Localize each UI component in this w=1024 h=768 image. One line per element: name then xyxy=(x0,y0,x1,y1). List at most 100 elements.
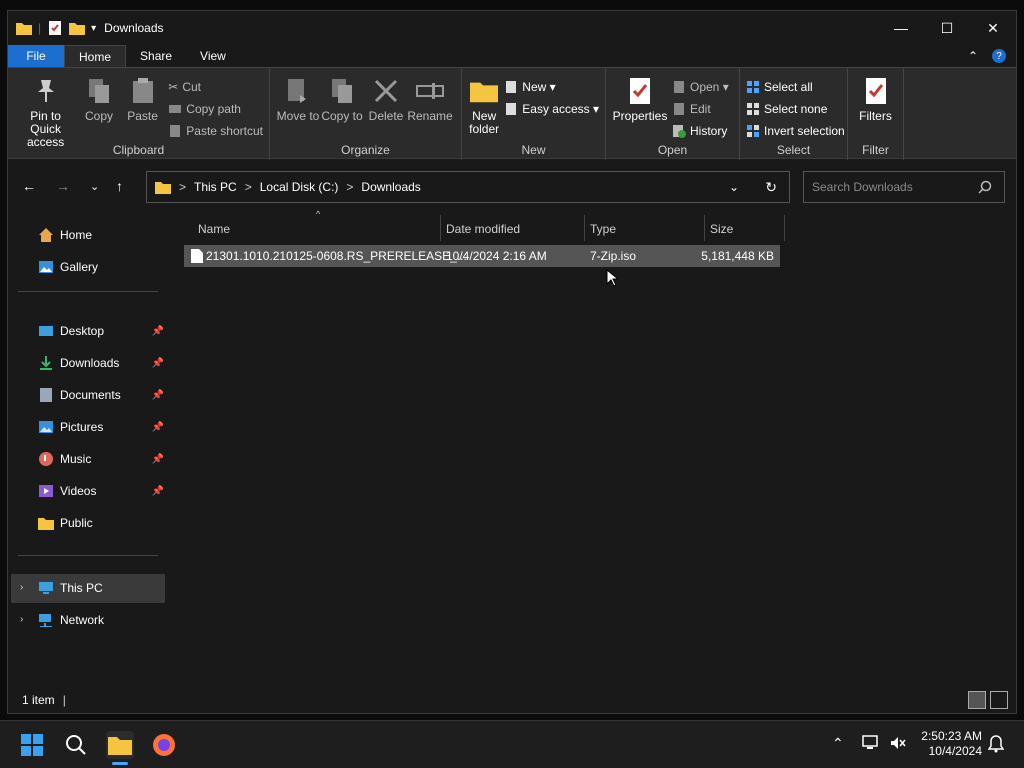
file-explorer-taskbar-button[interactable] xyxy=(106,731,134,765)
column-header-date[interactable]: Date modified xyxy=(446,217,520,241)
column-header-name[interactable]: Name xyxy=(198,217,230,241)
desktop-icon xyxy=(39,326,53,336)
address-bar[interactable]: > This PC > Local Disk (C:) > Downloads … xyxy=(146,171,790,203)
tab-home[interactable]: Home xyxy=(64,45,127,67)
pin-icon[interactable]: 📌 xyxy=(152,326,164,337)
easy-access-button[interactable]: Easy access ▾ xyxy=(504,99,599,118)
expand-chevron-icon[interactable]: › xyxy=(20,614,23,625)
network-status-icon[interactable] xyxy=(862,735,880,751)
new-group: New folder New ▾ Easy access ▾ New xyxy=(462,68,606,160)
file-list: ^ Name Date modified Type Size 21301.101… xyxy=(172,207,1018,687)
gallery-icon xyxy=(39,261,53,273)
search-input[interactable]: Search Downloads xyxy=(803,171,1005,203)
sidebar-item-downloads[interactable]: Downloads 📌 xyxy=(38,351,168,375)
column-divider[interactable] xyxy=(704,215,705,241)
show-hidden-icons-icon[interactable]: ⌃ xyxy=(832,735,844,752)
expand-chevron-icon[interactable]: › xyxy=(20,582,23,593)
pin-icon[interactable]: 📌 xyxy=(152,454,164,465)
large-icons-view-button[interactable] xyxy=(990,691,1008,709)
up-arrow-icon[interactable]: ↑ xyxy=(116,178,123,194)
sidebar-item-desktop[interactable]: Desktop 📌 xyxy=(38,319,168,343)
invert-selection-button[interactable]: Invert selection xyxy=(746,121,845,140)
rename-icon xyxy=(416,83,444,99)
close-button[interactable]: ✕ xyxy=(970,11,1016,45)
pin-icon[interactable]: 📌 xyxy=(152,358,164,369)
breadcrumb-this-pc[interactable]: This PC xyxy=(194,180,237,194)
file-explorer-window: | ▾ Downloads — ☐ ✕ File Home Share View… xyxy=(7,10,1017,714)
tab-view[interactable]: View xyxy=(186,45,240,67)
firefox-taskbar-button[interactable] xyxy=(150,731,178,759)
new-folder-icon[interactable] xyxy=(69,21,86,35)
sidebar-item-home[interactable]: Home xyxy=(38,223,168,247)
column-divider[interactable] xyxy=(584,215,585,241)
tab-file[interactable]: File xyxy=(8,45,64,67)
mouse-cursor-icon xyxy=(606,269,618,287)
select-all-button[interactable]: Select all xyxy=(746,77,845,96)
breadcrumb-downloads[interactable]: Downloads xyxy=(361,180,420,194)
select-none-button[interactable]: Select none xyxy=(746,99,845,118)
search-button[interactable] xyxy=(62,731,90,759)
new-item-icon xyxy=(506,80,517,93)
help-icon[interactable]: ? xyxy=(992,49,1006,63)
tab-share[interactable]: Share xyxy=(126,45,186,67)
address-bar-row: ← → ⌄ ↑ > This PC > Local Disk (C:) > Do… xyxy=(8,169,1016,205)
open-group-label: Open xyxy=(657,143,688,157)
sidebar-item-pictures[interactable]: Pictures 📌 xyxy=(38,415,168,439)
sidebar-item-documents[interactable]: Documents 📌 xyxy=(38,383,168,407)
pin-icon[interactable]: 📌 xyxy=(152,422,164,433)
start-button[interactable] xyxy=(18,731,46,759)
column-header-size[interactable]: Size xyxy=(710,217,733,241)
new-item-button[interactable]: New ▾ xyxy=(504,77,599,96)
collapse-ribbon-icon[interactable]: ⌃ xyxy=(968,49,978,63)
edit-icon xyxy=(674,102,684,115)
forward-arrow-icon[interactable]: → xyxy=(56,178,70,194)
documents-icon xyxy=(40,388,52,402)
firefox-icon xyxy=(153,734,175,756)
details-view-button[interactable] xyxy=(968,691,986,709)
properties-icon[interactable] xyxy=(47,21,63,35)
pin-icon[interactable]: 📌 xyxy=(152,486,164,497)
back-arrow-icon[interactable]: ← xyxy=(22,178,36,194)
address-dropdown-icon[interactable]: ⌄ xyxy=(729,180,739,194)
folder-icon xyxy=(108,737,132,755)
maximize-button[interactable]: ☐ xyxy=(924,11,970,45)
copy-path-button[interactable]: Copy path xyxy=(168,99,263,118)
column-divider[interactable] xyxy=(440,215,441,241)
customize-toolbar-icon[interactable]: ▾ xyxy=(91,23,96,34)
sidebar-item-music[interactable]: Music 📌 xyxy=(38,447,168,471)
open-button[interactable]: Open ▾ xyxy=(672,77,729,96)
recent-locations-icon[interactable]: ⌄ xyxy=(90,180,99,193)
delete-icon xyxy=(374,79,398,103)
music-icon xyxy=(39,452,53,466)
minimize-button[interactable]: — xyxy=(878,11,924,45)
sidebar-item-videos[interactable]: Videos 📌 xyxy=(38,479,168,503)
select-none-icon xyxy=(747,102,759,115)
paste-shortcut-button[interactable]: Paste shortcut xyxy=(168,121,263,140)
clock-date: 10/4/2024 xyxy=(928,744,982,758)
cut-button[interactable]: ✂ Cut xyxy=(168,77,263,96)
open-group: Properties Open ▾ Edit History Open xyxy=(606,68,740,160)
sidebar-item-this-pc[interactable]: This PC xyxy=(38,576,168,600)
system-clock[interactable]: 2:50:23 AM 10/4/2024 xyxy=(904,729,982,759)
copy-path-icon xyxy=(169,104,182,113)
window-title: Downloads xyxy=(104,21,164,35)
sidebar-item-public[interactable]: Public xyxy=(38,511,168,535)
open-icon xyxy=(674,80,684,93)
pin-icon[interactable]: 📌 xyxy=(152,390,164,401)
quick-access-toolbar: | ▾ xyxy=(8,21,96,35)
notification-bell-icon[interactable] xyxy=(988,735,1004,753)
clock-time: 2:50:23 AM xyxy=(921,729,982,743)
network-icon xyxy=(39,614,52,627)
file-date: 10/4/2024 2:16 AM xyxy=(446,249,547,263)
sidebar-item-gallery[interactable]: Gallery xyxy=(38,255,168,279)
scissors-icon: ✂ xyxy=(168,79,179,94)
refresh-icon[interactable]: ↻ xyxy=(765,179,777,196)
edit-button[interactable]: Edit xyxy=(672,99,729,118)
breadcrumb-local-disk[interactable]: Local Disk (C:) xyxy=(260,180,339,194)
sidebar-item-network[interactable]: Network xyxy=(38,608,168,632)
table-row[interactable]: 21301.1010.210125-0608.RS_PRERELEASE_...… xyxy=(184,245,780,267)
column-divider[interactable] xyxy=(784,215,785,241)
computer-icon xyxy=(39,582,53,594)
column-header-type[interactable]: Type xyxy=(590,217,616,241)
history-button[interactable]: History xyxy=(672,121,729,140)
